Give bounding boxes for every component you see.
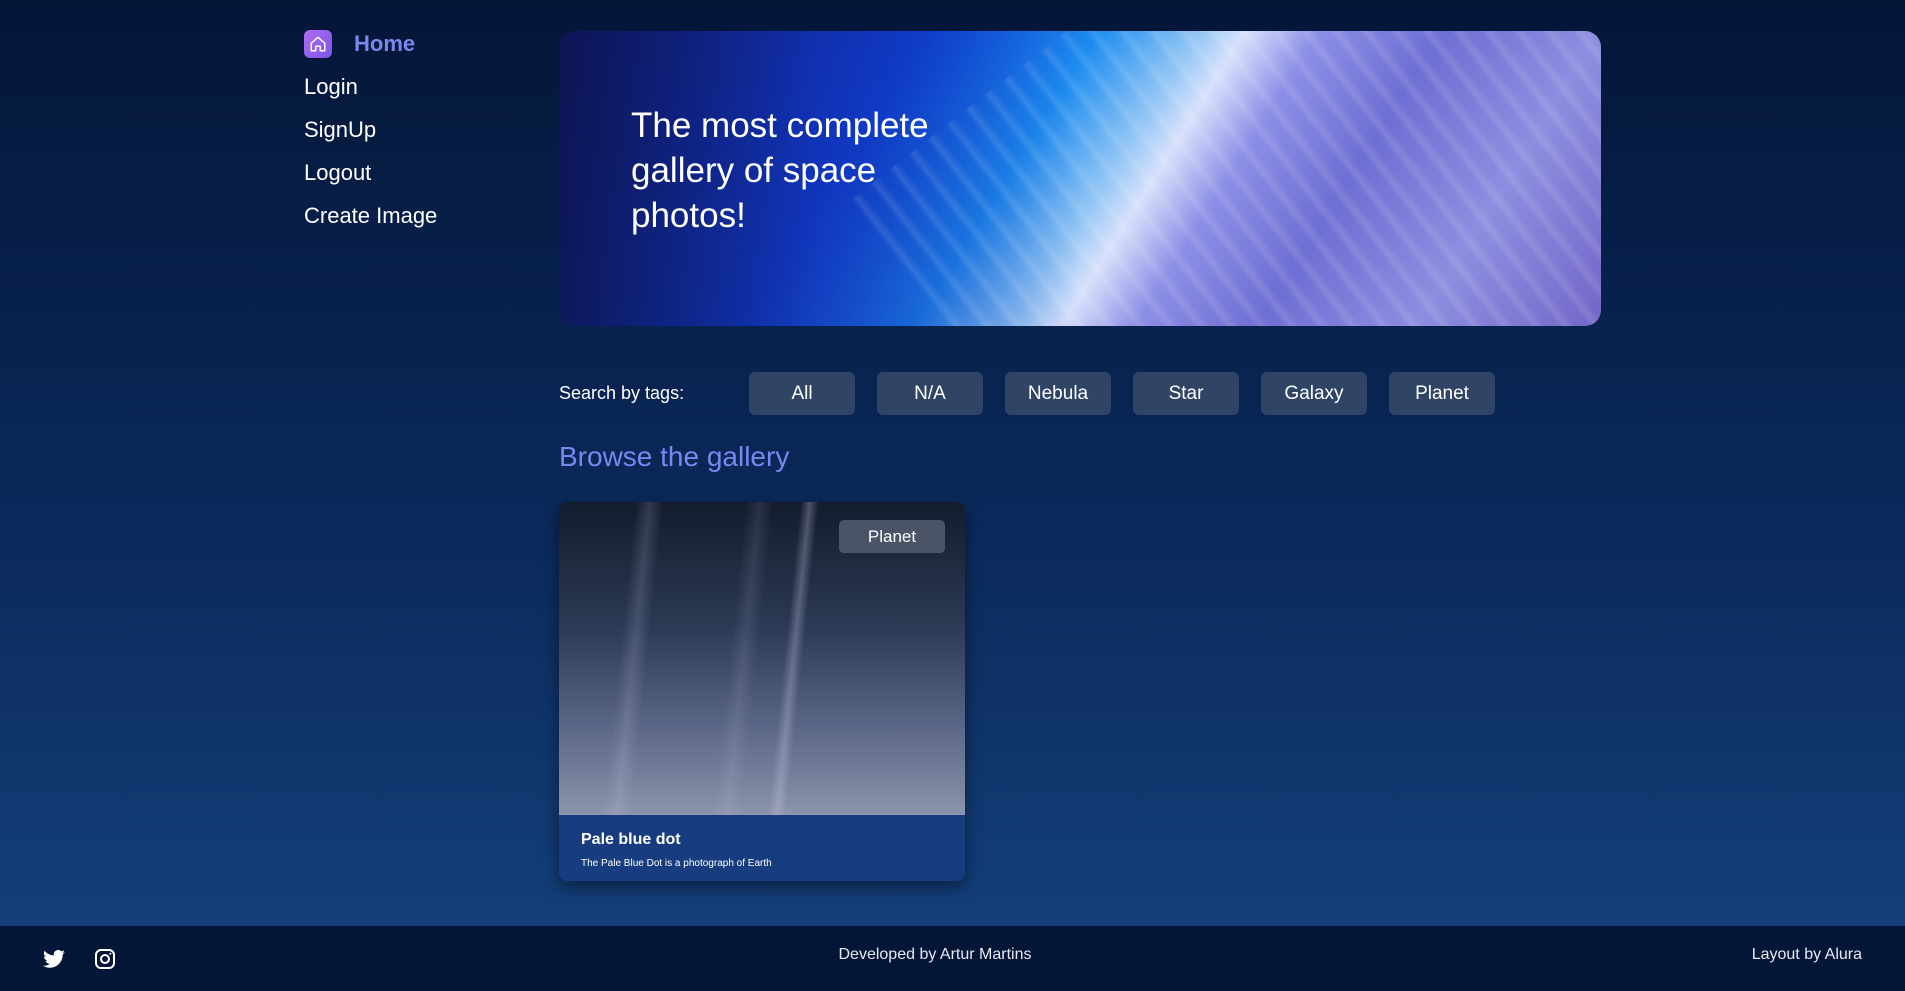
card-image: Planet — [559, 502, 965, 815]
sidebar-item-home[interactable]: Home — [304, 28, 544, 60]
card-tag-badge: Planet — [839, 520, 945, 553]
tag-button-star[interactable]: Star — [1133, 372, 1239, 415]
sidebar-item-create-image[interactable]: Create Image — [304, 200, 544, 232]
footer: Developed by Artur Martins Layout by Alu… — [0, 926, 1905, 991]
sidebar-item-login[interactable]: Login — [304, 71, 544, 103]
sidebar-item-label: Create Image — [304, 203, 438, 228]
tag-button-galaxy[interactable]: Galaxy — [1261, 372, 1367, 415]
light-beam — [710, 502, 776, 815]
tag-filter-bar: Search by tags: All N/A Nebula Star Gala… — [559, 372, 1517, 415]
tag-button-planet[interactable]: Planet — [1389, 372, 1495, 415]
sidebar-item-label: Login — [304, 74, 358, 99]
sidebar-item-label: Home — [354, 31, 416, 56]
card-description: The Pale Blue Dot is a photograph of Ear… — [581, 858, 772, 869]
light-beam — [765, 502, 821, 815]
sidebar-item-logout[interactable]: Logout — [304, 157, 544, 189]
banner-title: The most complete gallery of space photo… — [631, 106, 929, 235]
tag-button-na[interactable]: N/A — [877, 372, 983, 415]
sidebar-item-signup[interactable]: SignUp — [304, 114, 544, 146]
light-beam — [600, 502, 666, 815]
gallery-card[interactable]: Planet Pale blue dot The Pale Blue Dot i… — [559, 502, 965, 881]
tag-button-all[interactable]: All — [749, 372, 855, 415]
gallery-title: Browse the gallery — [559, 441, 790, 472]
footer-credit: Developed by Artur Martins — [838, 946, 1032, 963]
home-icon — [304, 30, 332, 58]
sidebar: Home Login SignUp Logout Create Image — [304, 28, 544, 243]
hero-banner: The most complete gallery of space photo… — [559, 31, 1601, 326]
sidebar-item-label: SignUp — [304, 117, 377, 142]
footer-layout-credit: Layout by Alura — [1751, 946, 1862, 963]
card-title: Pale blue dot — [581, 831, 681, 848]
tags-label: Search by tags: — [559, 383, 685, 403]
sidebar-item-label: Logout — [304, 160, 372, 185]
tag-button-nebula[interactable]: Nebula — [1005, 372, 1111, 415]
